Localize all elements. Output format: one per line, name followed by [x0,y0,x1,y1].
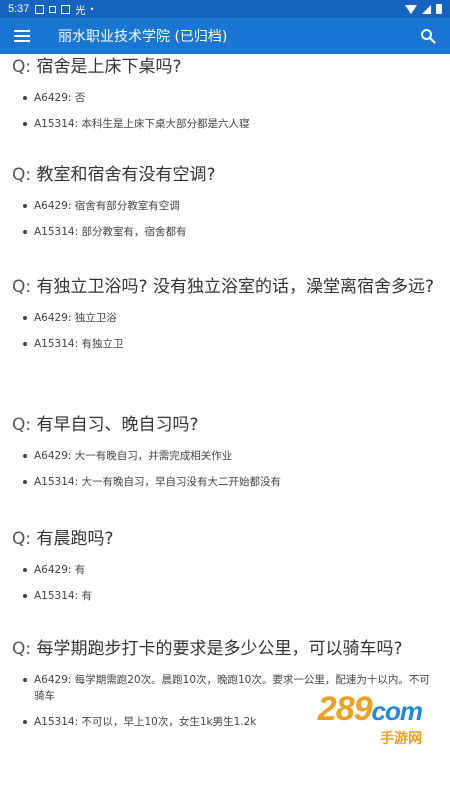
question-body: 宿舍是上床下桌吗? [36,57,182,77]
question-text: Q: 教室和宿舍有没有空调? [12,162,438,188]
answer-item: A15314: 部分教室有，宿舍都有 [12,224,438,240]
app-bar: 丽水职业技术学院 (已归档) [0,18,450,54]
question-prefix: Q: [12,57,32,77]
download-notification-icon [49,5,57,13]
search-icon[interactable] [420,28,436,44]
watermark-label: 手游网 [380,731,422,747]
page-title: 丽水职业技术学院 (已归档) [58,29,228,45]
qa-item: Q: 宿舍是上床下桌吗? A6429: 否 A15314: 本科生是上床下桌大部… [12,54,438,132]
question-body: 有早自习、晚自习吗? [36,415,199,435]
question-body: 有独立卫浴吗? 没有独立浴室的话，澡堂离宿舍多远? [36,277,434,297]
app-notification-icon [61,4,71,14]
qa-item: Q: 有晨跑吗? A6429: 有 A15314: 有 [12,526,438,604]
battery-icon [436,4,442,14]
question-text: Q: 宿舍是上床下桌吗? [12,54,438,80]
notification-icons: 光 • [35,2,94,17]
answer-item: A6429: 宿舍有部分教室有空调 [12,198,438,214]
qa-list[interactable]: Q: 宿舍是上床下桌吗? A6429: 否 A15314: 本科生是上床下桌大部… [0,54,450,800]
answer-item: A15314: 有 [12,588,438,604]
watermark-number: 289com [317,690,423,728]
question-prefix: Q: [12,529,32,549]
question-body: 教室和宿舍有没有空调? [36,165,216,185]
signal-icon [422,4,431,14]
qa-item: Q: 教室和宿舍有没有空调? A6429: 宿舍有部分教室有空调 A15314:… [12,162,438,240]
qa-item: Q: 有独立卫浴吗? 没有独立浴室的话，澡堂离宿舍多远? A6429: 独立卫浴… [12,274,438,352]
wifi-icon [405,4,417,14]
qa-item: Q: 有早自习、晚自习吗? A6429: 大一有晚自习，并需完成相关作业 A15… [12,412,438,490]
app-indicator-icon: 光 [75,5,86,17]
question-prefix: Q: [12,277,32,297]
answer-item: A6429: 有 [12,562,438,578]
question-body: 有晨跑吗? [36,529,114,549]
answer-item: A15314: 有独立卫 [12,336,438,352]
watermark-logo: 289com 手游网 [274,690,444,750]
status-bar: 5:37 光 • [0,0,450,18]
answer-item: A6429: 独立卫浴 [12,310,438,326]
question-prefix: Q: [12,415,32,435]
answer-item: A6429: 否 [12,90,438,106]
answer-item: A6429: 大一有晚自习，并需完成相关作业 [12,448,438,464]
menu-icon[interactable] [14,30,30,42]
question-text: Q: 有早自习、晚自习吗? [12,412,438,438]
question-body: 每学期跑步打卡的要求是多少公里，可以骑车吗? [36,639,403,659]
question-prefix: Q: [12,639,32,659]
question-prefix: Q: [12,165,32,185]
answer-item: A15314: 本科生是上床下桌大部分都是六人寝 [12,116,438,132]
answer-item: A15314: 大一有晚自习，早自习没有大二开始都没有 [12,474,438,490]
question-text: Q: 有晨跑吗? [12,526,438,552]
status-time: 5:37 [8,3,30,15]
question-text: Q: 每学期跑步打卡的要求是多少公里，可以骑车吗? [12,636,438,662]
question-text: Q: 有独立卫浴吗? 没有独立浴室的话，澡堂离宿舍多远? [12,274,438,300]
dot-icon: • [90,4,94,14]
image-notification-icon [35,4,45,14]
